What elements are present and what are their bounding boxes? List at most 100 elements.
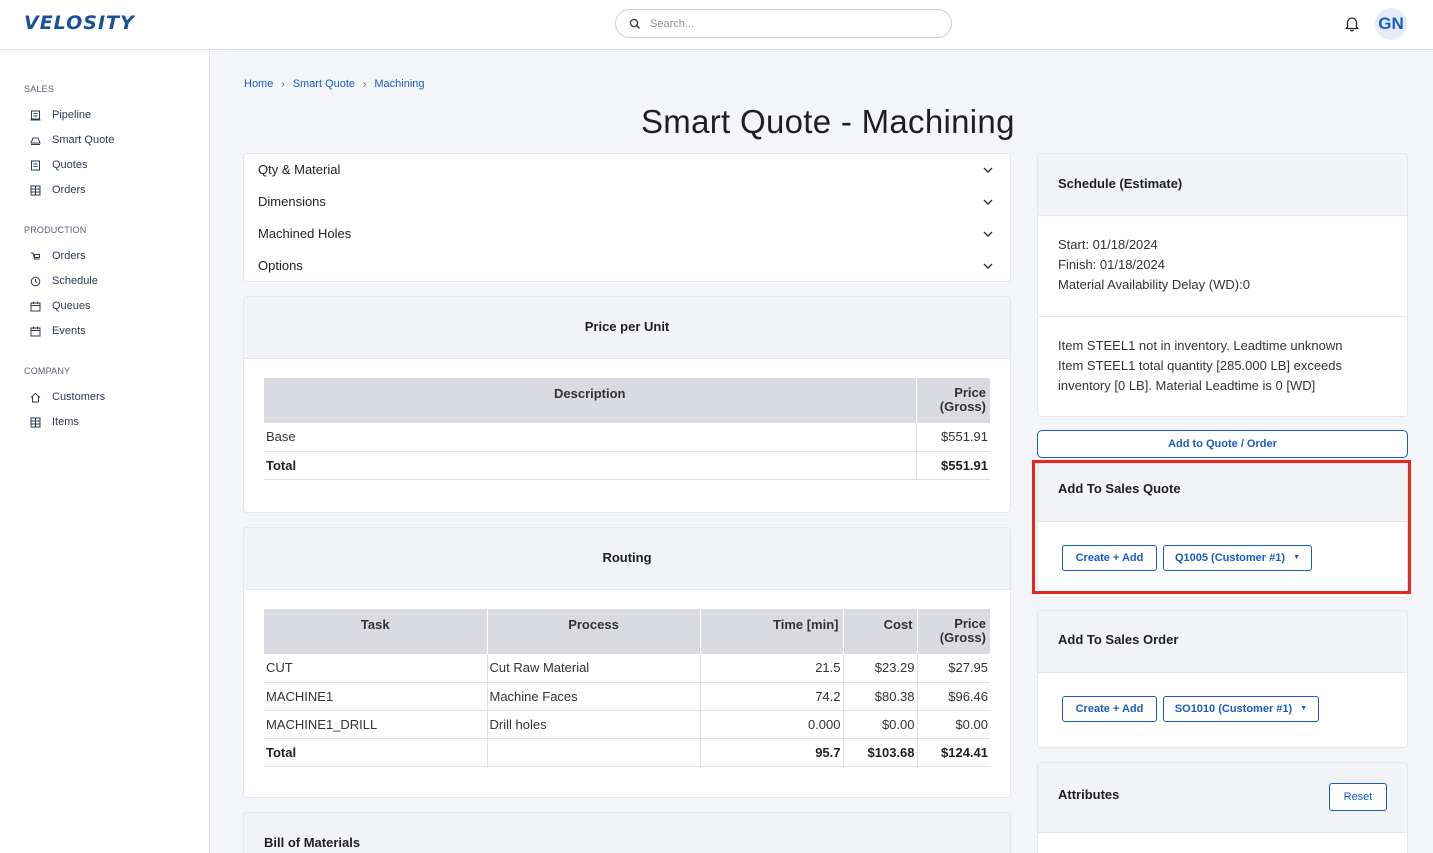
accordion-label: Dimensions bbox=[258, 194, 326, 209]
table-cell: Machine Faces bbox=[487, 682, 701, 711]
sales-quote-select[interactable]: Q1005 (Customer #1) ▼ bbox=[1163, 545, 1312, 571]
breadcrumb-smart-quote[interactable]: Smart Quote bbox=[293, 78, 355, 90]
sidebar-item-label: Smart Quote bbox=[52, 134, 115, 146]
caret-down-icon: ▼ bbox=[1293, 554, 1301, 561]
routing-card: Routing Task Process Time [min] Cost Pri… bbox=[243, 527, 1011, 798]
quotes-icon bbox=[31, 160, 40, 170]
total-row: Total 95.7 $103.68 $124.41 bbox=[264, 738, 990, 767]
table-cell: $551.91 bbox=[916, 451, 990, 480]
sidebar-item-smart-quote[interactable]: Smart Quote bbox=[30, 131, 114, 149]
chevron-right-icon: › bbox=[281, 78, 285, 90]
sales-quote-title: Add To Sales Quote bbox=[1038, 464, 1407, 522]
sidebar-item-schedule[interactable]: Schedule bbox=[30, 272, 98, 290]
table-cell: $551.91 bbox=[916, 423, 990, 452]
column-header-price: Price (Gross) bbox=[916, 378, 990, 423]
accordion-qty-material[interactable]: Qty & Material bbox=[244, 154, 1010, 186]
table-row: MACHINE1_DRILL Drill holes 0.000 $0.00 $… bbox=[264, 710, 990, 739]
sidebar-item-events[interactable]: Events bbox=[30, 322, 86, 340]
avatar[interactable]: GN bbox=[1375, 8, 1407, 40]
table-cell: $80.38 bbox=[843, 682, 918, 711]
sidebar-item-production-orders[interactable]: Orders bbox=[30, 247, 86, 265]
main-content: Home › Smart Quote › Machining Smart Quo… bbox=[211, 51, 1433, 853]
search-box[interactable] bbox=[615, 9, 952, 38]
routing-title: Routing bbox=[244, 528, 1010, 590]
sidebar-item-items[interactable]: Items bbox=[30, 413, 79, 431]
table-cell: MACHINE1 bbox=[264, 682, 488, 711]
table-cell: $0.00 bbox=[843, 710, 918, 739]
column-header-time: Time [min] bbox=[700, 609, 844, 654]
sales-order-title: Add To Sales Order bbox=[1038, 611, 1407, 673]
calendar-icon bbox=[30, 301, 41, 311]
sidebar-item-quotes[interactable]: Quotes bbox=[30, 156, 87, 174]
schedule-card: Schedule (Estimate) Start: 01/18/2024 Fi… bbox=[1037, 153, 1408, 417]
table-cell: Total bbox=[264, 738, 488, 767]
options-accordion: Qty & Material Dimensions Machined Holes… bbox=[243, 153, 1011, 282]
table-cell: $0.00 bbox=[917, 710, 990, 739]
table-cell: CUT bbox=[264, 654, 488, 683]
column-header-cost: Cost bbox=[843, 609, 918, 654]
column-header-task: Task bbox=[264, 609, 488, 654]
top-bar: VELOSITY GN bbox=[0, 0, 1433, 50]
sidebar-item-label: Customers bbox=[52, 391, 106, 403]
schedule-note: inventory [0 LB]. Material Leadtime is 0… bbox=[1058, 378, 1316, 393]
table-cell: Cut Raw Material bbox=[487, 654, 701, 683]
chevron-down-icon bbox=[983, 231, 993, 237]
velosity-logo[interactable]: VELOSITY bbox=[24, 12, 135, 34]
bell-icon[interactable] bbox=[1343, 14, 1361, 32]
column-header-process: Process bbox=[487, 609, 701, 654]
breadcrumb-machining[interactable]: Machining bbox=[374, 78, 424, 90]
table-cell: MACHINE1_DRILL bbox=[264, 710, 488, 739]
sidebar-item-orders[interactable]: Orders bbox=[30, 181, 86, 199]
table-cell: $27.95 bbox=[917, 654, 990, 683]
create-add-order-button[interactable]: Create + Add bbox=[1062, 696, 1157, 722]
table-cell: $96.46 bbox=[917, 682, 990, 711]
price-per-unit-title: Price per Unit bbox=[244, 297, 1010, 359]
divider bbox=[1038, 316, 1407, 317]
caret-down-icon: ▼ bbox=[1300, 705, 1308, 712]
accordion-label: Machined Holes bbox=[258, 226, 352, 241]
chevron-right-icon: › bbox=[363, 78, 367, 90]
schedule-start: Start: 01/18/2024 bbox=[1058, 237, 1158, 252]
chevron-down-icon bbox=[983, 167, 993, 173]
schedule-finish: Finish: 01/18/2024 bbox=[1058, 257, 1165, 272]
sidebar-item-label: Orders bbox=[52, 184, 86, 196]
add-to-sales-quote-card: Add To Sales Quote Create + Add Q1005 (C… bbox=[1037, 463, 1408, 598]
table-cell: Drill holes bbox=[487, 710, 701, 739]
search-input[interactable] bbox=[650, 14, 940, 34]
home-icon bbox=[30, 392, 41, 402]
table-cell: 0.000 bbox=[700, 710, 844, 739]
sidebar-item-label: Orders bbox=[52, 250, 86, 262]
sidebar-item-customers[interactable]: Customers bbox=[30, 388, 105, 406]
sales-order-select[interactable]: SO1010 (Customer #1) ▼ bbox=[1163, 696, 1319, 722]
schedule-notes: Item STEEL1 not in inventory. Leadtime u… bbox=[1058, 336, 1342, 396]
schedule-title: Schedule (Estimate) bbox=[1038, 154, 1407, 216]
schedule-delay: Material Availability Delay (WD):0 bbox=[1058, 277, 1250, 292]
accordion-label: Qty & Material bbox=[258, 162, 341, 177]
accordion-dimensions[interactable]: Dimensions bbox=[244, 186, 1010, 218]
sales-quote-select-label: Q1005 (Customer #1) bbox=[1174, 552, 1286, 564]
sidebar-item-label: Quotes bbox=[52, 159, 88, 171]
add-to-quote-order-button[interactable]: Add to Quote / Order bbox=[1037, 430, 1408, 458]
bill-of-materials-title: Bill of Materials bbox=[244, 813, 1010, 853]
sidebar-item-label: Queues bbox=[52, 300, 91, 312]
breadcrumb-home[interactable]: Home bbox=[244, 78, 273, 90]
accordion-options[interactable]: Options bbox=[244, 250, 1010, 281]
column-header-price: Price (Gross) bbox=[917, 609, 990, 654]
clock-icon bbox=[30, 276, 41, 286]
table-cell: Base bbox=[264, 423, 917, 452]
accordion-machined-holes[interactable]: Machined Holes bbox=[244, 218, 1010, 250]
table-row: Base $551.91 bbox=[264, 423, 990, 452]
reset-button[interactable]: Reset bbox=[1329, 783, 1387, 811]
table-cell: $103.68 bbox=[843, 738, 918, 767]
table-cell: Total bbox=[264, 451, 917, 480]
bill-of-materials-card: Bill of Materials bbox=[243, 812, 1011, 853]
sidebar-item-pipeline[interactable]: Pipeline bbox=[30, 106, 91, 124]
price-per-unit-table: Description Price (Gross) Base $551.91 To… bbox=[264, 378, 990, 480]
total-row: Total $551.91 bbox=[264, 451, 990, 480]
create-add-quote-button[interactable]: Create + Add bbox=[1062, 545, 1157, 571]
sidebar-item-queues[interactable]: Queues bbox=[30, 297, 91, 315]
orders-icon bbox=[30, 185, 41, 195]
table-cell: $23.29 bbox=[843, 654, 918, 683]
pipeline-icon bbox=[30, 110, 41, 120]
routing-table: Task Process Time [min] Cost Price (Gross… bbox=[264, 609, 990, 767]
